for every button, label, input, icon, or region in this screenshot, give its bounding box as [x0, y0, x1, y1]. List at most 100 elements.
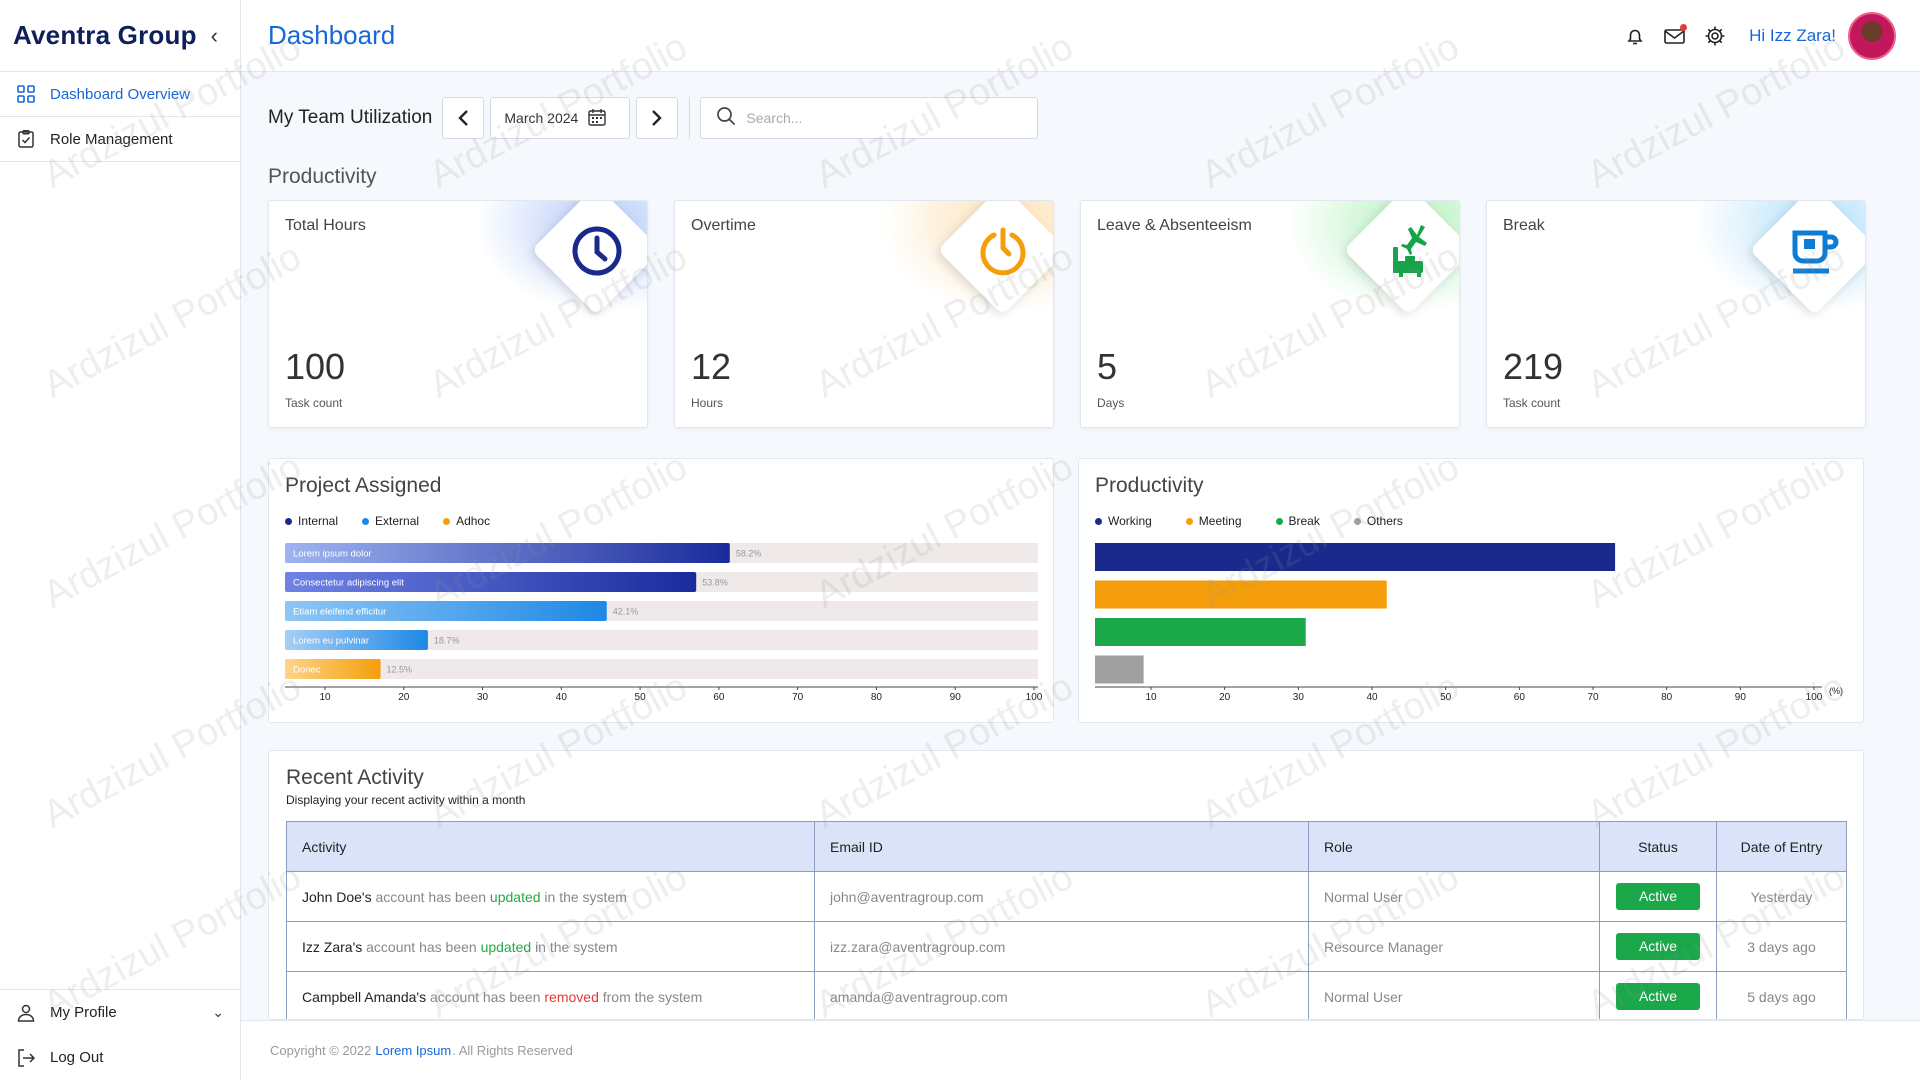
table-row[interactable]: Izz Zara's account has been updated in t…	[286, 921, 1847, 972]
card-unit: Task count	[1503, 396, 1561, 410]
month-picker[interactable]: March 2024	[490, 97, 631, 139]
table-header-row: Activity Email ID Role Status Date of En…	[286, 821, 1847, 872]
activity-text: account has been	[429, 988, 541, 1005]
card-unit: Task count	[285, 396, 343, 410]
bar[interactable]	[1095, 618, 1306, 646]
footer-rights: . All Rights Reserved	[452, 1043, 573, 1058]
previous-month-button[interactable]	[442, 97, 485, 139]
productivity-chart: 10 20 30 40 50 60 70 80 90 100 (%)	[1095, 543, 1843, 703]
activity-text: in the system	[535, 938, 618, 955]
card-value: 12	[691, 346, 732, 387]
bar[interactable]	[1095, 580, 1387, 609]
status-cell: Active	[1599, 871, 1717, 922]
sidebar-item-label: Role Management	[50, 130, 173, 148]
activity-cell: John Doe's account has been updated in t…	[286, 871, 815, 922]
calendar-icon	[588, 108, 607, 129]
utilization-toolbar: My Team Utilization March 2024	[268, 97, 1039, 139]
column-header-date[interactable]: Date of Entry	[1716, 821, 1847, 872]
table-row[interactable]: Campbell Amanda's account has been remov…	[286, 971, 1847, 1019]
sidebar-item-log-out[interactable]: Log Out	[0, 1035, 240, 1080]
status-badge: Active	[1616, 883, 1700, 910]
x-tick-label: 40	[1366, 692, 1378, 703]
mail-icon[interactable]	[1663, 23, 1688, 48]
date-cell: Yesterday	[1716, 871, 1847, 922]
avatar[interactable]	[1848, 11, 1896, 60]
search-box[interactable]	[700, 97, 1039, 139]
bar-value-label: 53.8%	[702, 578, 728, 588]
activity-action: updated	[480, 938, 532, 955]
status-badge: Active	[1616, 933, 1700, 960]
x-tick-label: 50	[635, 692, 647, 703]
notification-dot	[1680, 23, 1688, 31]
bar[interactable]	[1095, 655, 1144, 684]
bar-category-label: Consectetur adipiscing elit	[293, 578, 404, 589]
card-label: Total Hours	[285, 217, 366, 234]
user-greeting: Hi Izz Zara!	[1749, 25, 1836, 45]
activity-text: from the system	[602, 988, 703, 1005]
column-header-status[interactable]: Status	[1599, 821, 1717, 872]
email-cell: izz.zara@aventragroup.com	[814, 921, 1309, 972]
header-actions: Hi Izz Zara!	[1607, 11, 1920, 60]
activity-table: Activity Email ID Role Status Date of En…	[286, 821, 1847, 1019]
gear-icon[interactable]	[1703, 24, 1727, 48]
chevron-down-icon: ⌄	[212, 1004, 224, 1020]
search-input[interactable]	[746, 110, 1027, 126]
card-unit: Days	[1097, 396, 1125, 410]
sidebar: Aventra Group ‹ Dashboard Overview Role …	[0, 0, 241, 1080]
footer-link[interactable]: Lorem Ipsum	[375, 1043, 451, 1058]
activity-action: removed	[544, 988, 599, 1005]
activity-text: in the system	[544, 888, 627, 905]
x-tick-label: 100	[1806, 692, 1823, 703]
bar-value-label: 58.2%	[736, 549, 762, 559]
activity-cell: Campbell Amanda's account has been remov…	[286, 971, 815, 1019]
brand-header: Aventra Group ‹	[0, 0, 240, 72]
top-header: Dashboard Hi Izz Zara!	[241, 0, 1920, 72]
x-tick-label: 90	[1735, 692, 1747, 703]
card-value: 100	[285, 346, 346, 387]
chevron-left-icon	[458, 110, 469, 126]
column-header-email[interactable]: Email ID	[814, 821, 1309, 872]
bar-category-label: Donec	[293, 665, 321, 676]
status-badge: Active	[1616, 983, 1700, 1010]
bell-icon[interactable]	[1623, 24, 1647, 48]
bar-category-label: Lorem ipsum dolor	[293, 549, 372, 560]
date-cell: 5 days ago	[1716, 971, 1847, 1019]
column-header-activity[interactable]: Activity	[286, 821, 815, 872]
role-cell: Normal User	[1308, 971, 1600, 1019]
x-unit-label: (%)	[1829, 686, 1843, 696]
coffee-cup-icon	[1785, 221, 1845, 281]
sidebar-item-role-management[interactable]: Role Management	[0, 117, 240, 162]
table-row[interactable]: John Doe's account has been updated in t…	[286, 871, 1847, 922]
project-assigned-panel: Project Assigned Internal External Adhoc…	[268, 458, 1054, 723]
brand-name: Aventra Group	[13, 20, 197, 50]
x-tick-label: 40	[556, 692, 568, 703]
bar[interactable]	[1095, 543, 1616, 571]
productivity-panel: Productivity Working Meeting Break Other…	[1078, 458, 1864, 723]
activity-subtitle: Displaying your recent activity within a…	[286, 793, 526, 807]
sidebar-item-label: Dashboard Overview	[50, 85, 191, 103]
x-tick-label: 70	[1587, 692, 1599, 703]
stat-card-leave-absenteeism: Leave & Absenteeism 5 Days	[1080, 200, 1460, 428]
bar-category-label: Lorem eu pulvinar	[293, 636, 369, 647]
x-tick-label: 60	[1514, 692, 1526, 703]
sidebar-item-dashboard-overview[interactable]: Dashboard Overview	[0, 72, 240, 117]
bar-value-label: 12.5%	[387, 665, 413, 675]
grid-icon	[16, 84, 36, 104]
role-cell: Normal User	[1308, 871, 1600, 922]
chevron-right-icon	[652, 110, 663, 126]
clipboard-check-icon	[16, 129, 36, 149]
next-month-button[interactable]	[636, 97, 679, 139]
x-tick-label: 80	[1661, 692, 1673, 703]
email-cell: john@aventragroup.com	[814, 871, 1309, 922]
bar-value-label: 42.1%	[613, 607, 639, 617]
collapse-sidebar-button[interactable]: ‹	[211, 23, 218, 49]
search-icon	[716, 106, 736, 131]
recent-activity-panel: Recent Activity Displaying your recent a…	[268, 750, 1864, 1020]
sidebar-item-my-profile[interactable]: My Profile ⌄	[0, 990, 240, 1035]
x-tick-label: 30	[1293, 692, 1305, 703]
bar-value-label: 18.7%	[434, 636, 460, 646]
card-unit: Hours	[691, 396, 724, 410]
bar-category-label: Etiam eleifend efficitur	[293, 607, 386, 618]
column-header-role[interactable]: Role	[1308, 821, 1600, 872]
card-label: Break	[1503, 217, 1545, 234]
